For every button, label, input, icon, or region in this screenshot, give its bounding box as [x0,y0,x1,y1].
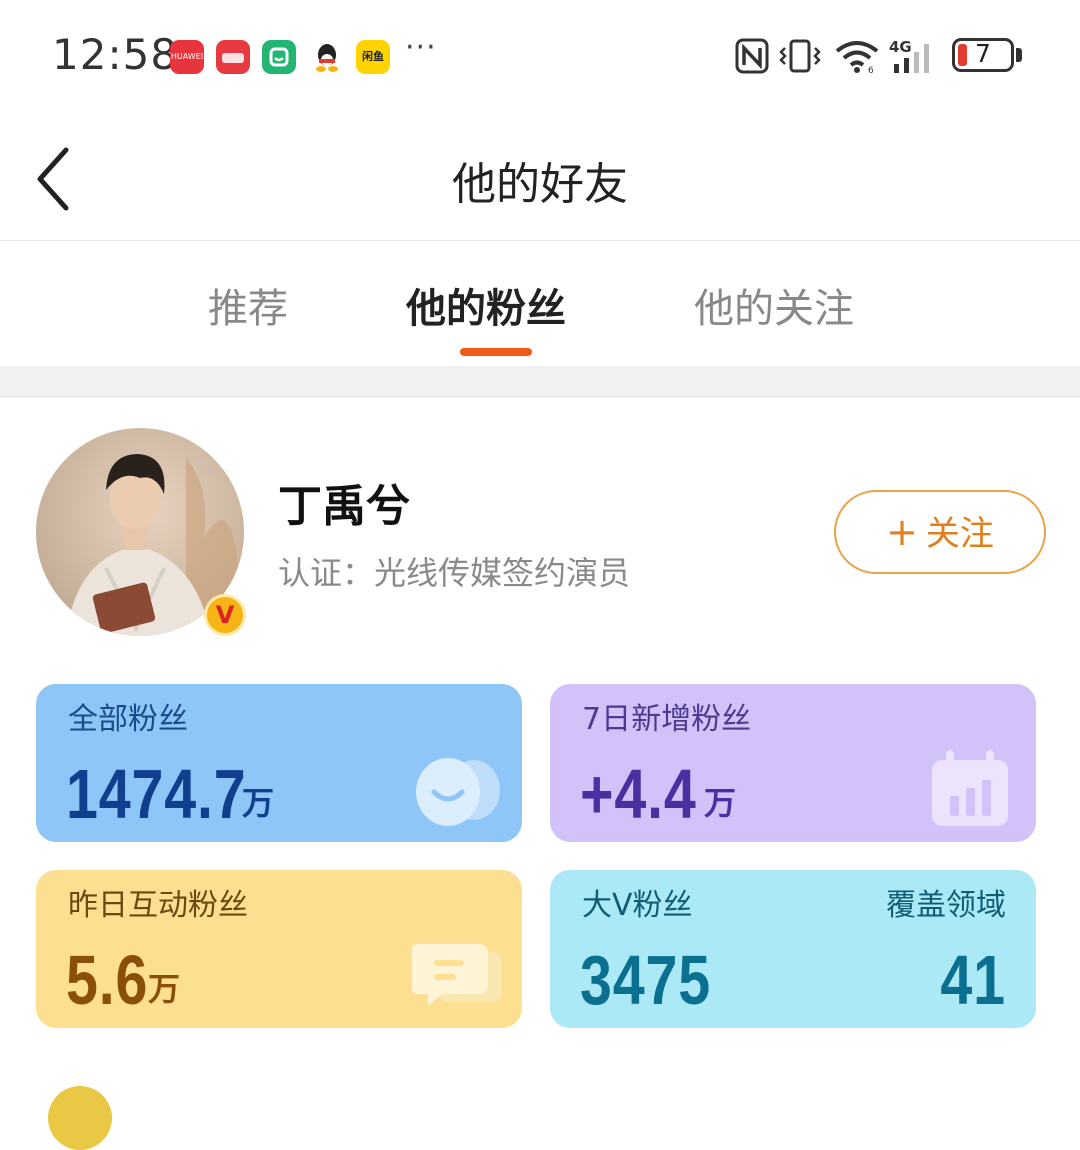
stat-card-active-fans-yesterday[interactable]: 昨日互动粉丝 5.6 万 [36,870,522,1028]
tab-his-fans[interactable]: 他的粉丝 [406,276,566,334]
chat-icon [412,944,502,1006]
svg-text:4G: 4G [889,38,912,56]
tab-bar: 推荐 他的粉丝 他的关注 [0,242,1080,366]
stat-card-new-fans-7d[interactable]: 7日新增粉丝 +4.4 万 [550,684,1036,842]
tab-recommend[interactable]: 推荐 [208,276,288,334]
huawei-app-label: HUAWEI [170,52,204,61]
stat-unit: 万 [704,784,737,822]
battery-nub [1016,48,1022,62]
plus-icon: + [886,510,918,554]
coverage-label: 覆盖领域 [886,888,1006,923]
stat-card-total-fans[interactable]: 全部粉丝 1474.7 万 [36,684,522,842]
wifi-icon: 6 [835,41,879,74]
next-list-item-avatar[interactable] [48,1086,112,1150]
qq-app-icon [310,40,344,74]
page-title: 他的好友 [452,159,628,210]
stat-label: 全部粉丝 [68,702,188,737]
tab-his-following[interactable]: 他的关注 [694,276,854,334]
huawei-app-icon: HUAWEI [170,40,204,74]
user-name[interactable]: 丁禹兮 [278,470,410,534]
follow-button[interactable]: + 关注 [834,490,1046,574]
status-bar: 12:58 HUAWEI 闲鱼 ··· 6 4G 7 [0,0,1080,110]
follow-label: 关注 [925,514,994,554]
battery-level: 7 [975,39,991,68]
coverage-value: 41 [940,941,1006,1019]
more-notifications-icon: ··· [405,30,437,65]
vibrate-icon [779,39,821,73]
section-divider [0,366,1080,397]
nfc-icon [735,38,769,74]
signal-4g-icon: 4G [889,38,929,73]
svg-text:6: 6 [868,66,874,74]
battery-icon: 7 [952,38,1014,72]
verified-badge-icon: V [204,594,246,636]
calendar-chart-icon [932,750,1008,826]
stat-value: 3475 [580,941,711,1019]
app-header: 他的好友 [0,110,1080,241]
stat-label: 大V粉丝 [582,888,693,923]
stat-card-big-v-fans[interactable]: 大V粉丝 覆盖领域 3475 41 [550,870,1036,1028]
users-icon [416,758,500,826]
stat-value: 5.6 [66,941,149,1019]
xianyu-app-label: 闲鱼 [362,50,384,63]
active-tab-indicator [460,348,532,356]
stat-unit: 万 [148,970,181,1008]
xianyu-app-icon: 闲鱼 [356,40,390,74]
mi-home-app-icon [262,40,296,74]
wallet-glyph-icon [222,53,244,63]
qq-penguin-icon [316,44,338,72]
mi-home-glyph-icon [269,47,289,67]
stat-value: +4.4 [580,755,697,833]
status-time: 12:58 [52,30,179,79]
verification-text: 认证：光线传媒签约演员 [278,554,631,592]
stat-label: 昨日互动粉丝 [68,888,248,923]
stat-value: 1474.7 [66,755,247,833]
stat-unit: 万 [242,784,275,822]
stat-label: 7日新增粉丝 [582,702,752,737]
wallet-app-icon [216,40,250,74]
